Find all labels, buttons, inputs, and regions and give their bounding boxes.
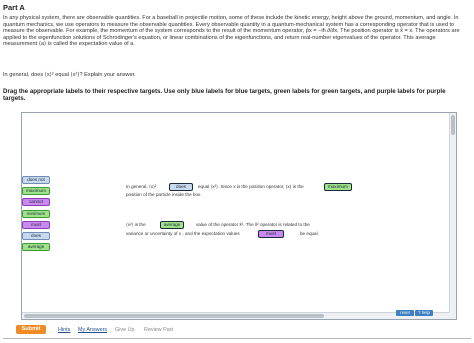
reset-button[interactable]: reset	[396, 310, 414, 316]
horizontal-scroll-thumb[interactable]	[24, 314, 324, 318]
submit-button[interactable]: Submit	[16, 325, 46, 334]
sentence1-part3: position of the particle inside the box.	[126, 192, 202, 197]
sentence2-part1: ⟨x²⟩ is the	[126, 222, 146, 227]
question-line: In general, does ⟨x⟩² equal ⟨x²⟩? Explai…	[3, 72, 136, 78]
horizontal-scrollbar[interactable]	[22, 312, 450, 319]
label-does[interactable]: does	[22, 232, 50, 240]
label-maximum[interactable]: maximum	[22, 187, 50, 195]
drop-target-purple-1[interactable]: must	[258, 230, 284, 238]
vertical-scroll-thumb[interactable]	[451, 115, 455, 135]
vertical-scrollbar[interactable]	[449, 113, 456, 319]
label-must[interactable]: must	[22, 221, 50, 229]
give-up-link[interactable]: Give Up	[115, 327, 134, 333]
label-cannot[interactable]: cannot	[22, 198, 50, 206]
bottom-divider	[3, 338, 471, 339]
problem-prompt: In any physical system, there are observ…	[3, 15, 460, 48]
label-average[interactable]: average	[22, 243, 50, 251]
drag-drop-workarea	[21, 112, 457, 320]
drop-target-green-1[interactable]: maximum	[324, 183, 352, 191]
label-minimum[interactable]: minimum	[22, 210, 50, 218]
review-part-link[interactable]: Review Part	[144, 327, 173, 333]
drag-instructions: Drag the appropriate labels to their res…	[3, 88, 446, 103]
sentence1-part2: equal ⟨x²⟩. Since x is the position oper…	[198, 184, 304, 189]
part-title: Part A	[3, 3, 25, 12]
sentence2-part2: value of the operator x̂². The x̂² opera…	[196, 222, 310, 227]
sentence1-part1: In general, ⟨x⟩²	[126, 184, 157, 189]
drop-target-blue-1[interactable]: does	[169, 183, 193, 191]
drop-target-green-2[interactable]: average	[160, 221, 184, 229]
hints-link[interactable]: Hints	[58, 327, 70, 333]
sentence2-part4: be equal.	[300, 231, 319, 236]
help-button[interactable]: ? help	[415, 310, 433, 316]
my-answers-link[interactable]: My Answers	[78, 327, 107, 333]
label-does-not[interactable]: does not	[22, 176, 50, 184]
sentence2-part3: variance or uncertainty of x , and the e…	[126, 231, 240, 236]
